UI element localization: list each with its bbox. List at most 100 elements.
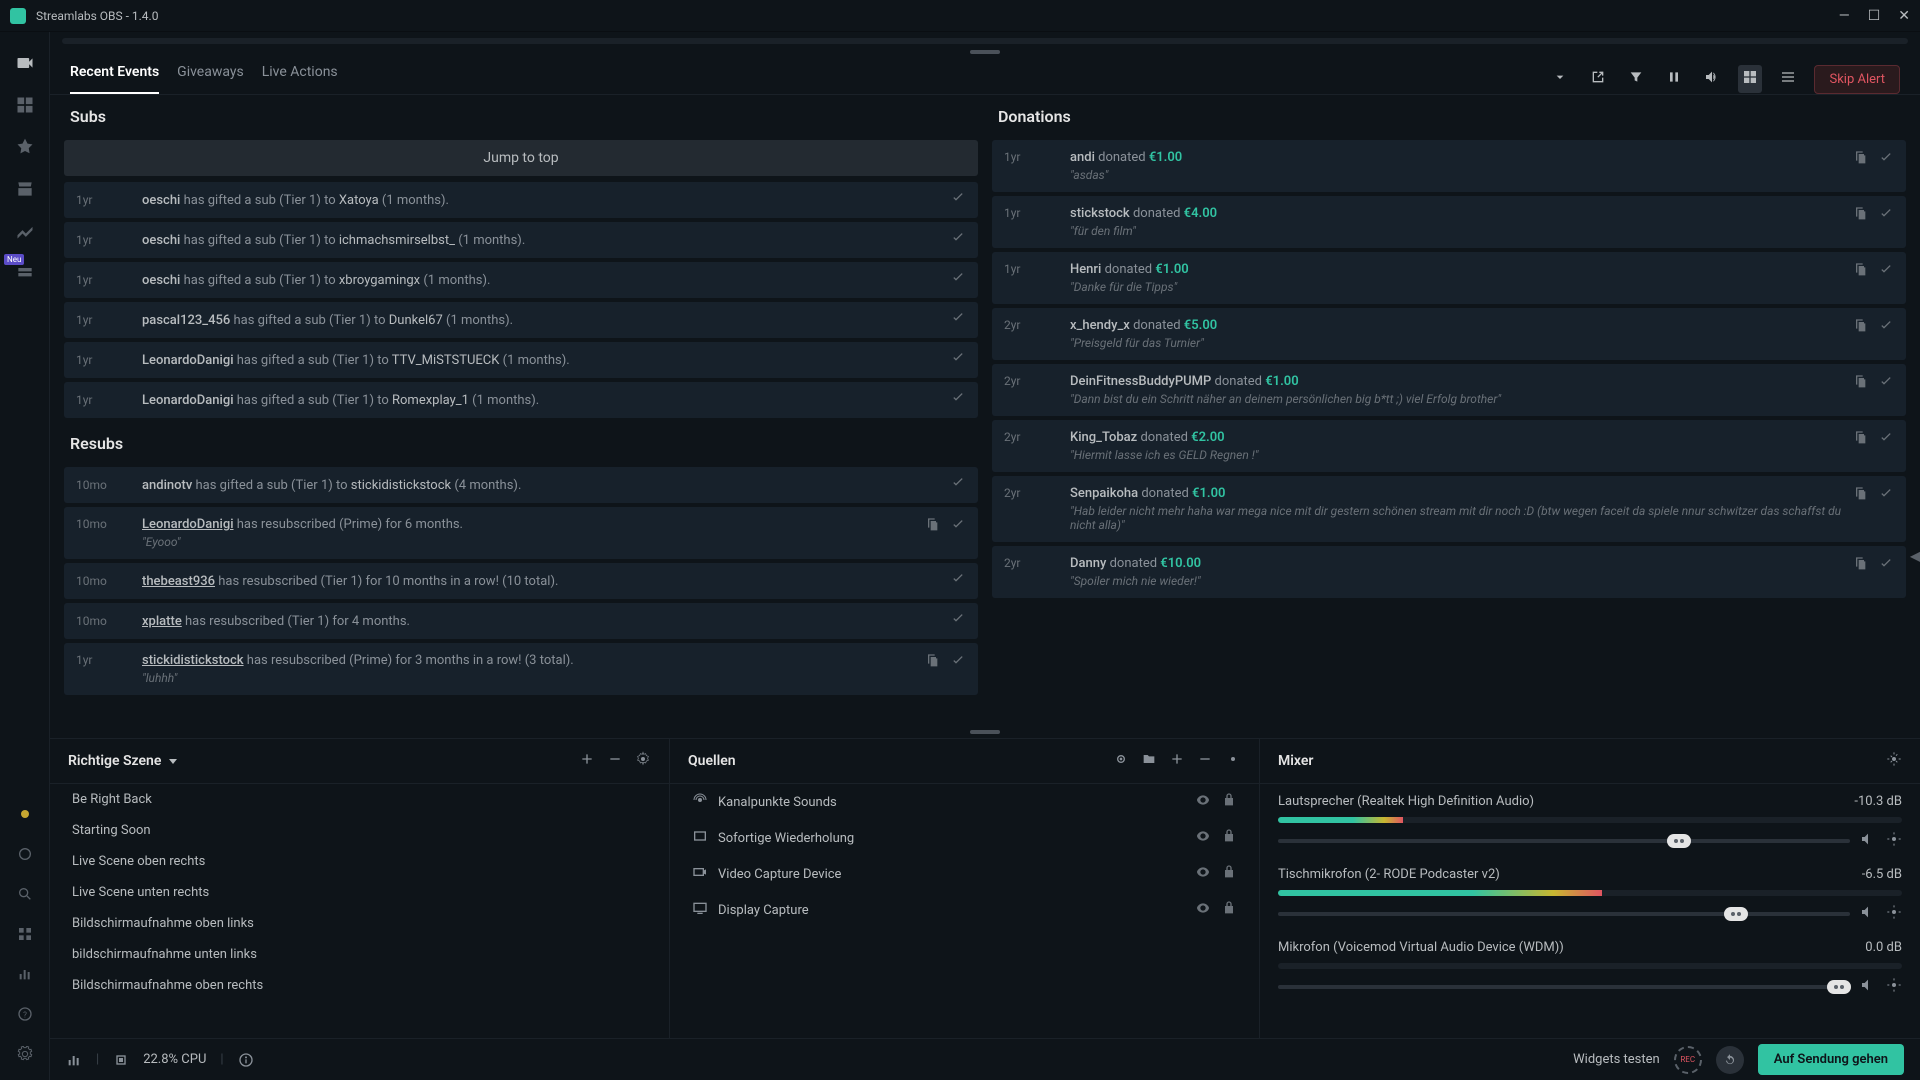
mixer-volume-slider[interactable] [1278,985,1850,989]
go-live-button[interactable]: Auf Sendung gehen [1758,1044,1904,1075]
scene-item[interactable]: Live Scene unten rechts [50,877,669,908]
copy-icon[interactable] [1852,556,1868,576]
volume-icon[interactable] [1700,65,1724,93]
sidebar-apps-icon[interactable]: Neu [0,252,50,294]
check-icon[interactable] [1878,374,1894,394]
check-icon[interactable] [1878,318,1894,338]
sidebar-search-icon[interactable] [17,886,33,906]
gear-icon[interactable] [1886,831,1902,851]
visibility-icon[interactable] [1195,828,1211,848]
copy-icon[interactable] [924,653,940,673]
resub-row[interactable]: 10mo andinotv has gifted a sub (Tier 1) … [64,467,978,503]
copy-icon[interactable] [1852,262,1868,282]
copy-icon[interactable] [1852,318,1868,338]
list-view-icon[interactable] [1776,65,1800,93]
check-icon[interactable] [950,653,966,673]
source-item[interactable]: Display Capture [670,892,1259,928]
sidebar-help-icon[interactable]: ? [17,1006,33,1026]
sidebar-settings-icon[interactable] [17,1046,33,1066]
donation-row[interactable]: 2yr Danny donated €10.00"Spoiler mich ni… [992,546,1906,598]
right-collapse-handle[interactable]: ◀ [1912,540,1920,570]
scene-settings-button[interactable] [635,751,651,771]
add-source-button[interactable] [1169,751,1185,771]
sub-row[interactable]: 1yr LeonardoDanigi has gifted a sub (Tie… [64,382,978,418]
test-widgets-button[interactable]: Widgets testen [1573,1052,1660,1067]
record-button[interactable]: REC [1674,1046,1702,1074]
check-icon[interactable] [1878,206,1894,226]
minimize-button[interactable]: — [1839,8,1850,24]
gear-icon[interactable] [1886,904,1902,924]
check-icon[interactable] [1878,262,1894,282]
donation-row[interactable]: 2yr x_hendy_x donated €5.00"Preisgeld fü… [992,308,1906,360]
donation-row[interactable]: 2yr Senpaikoha donated €1.00"Hab leider … [992,476,1906,542]
mute-icon[interactable] [1860,904,1876,924]
sidebar-stats-icon[interactable] [0,210,50,252]
resub-row[interactable]: 10mo thebeast936 has resubscribed (Tier … [64,563,978,599]
sidebar-status-icon[interactable] [17,806,33,826]
lock-icon[interactable] [1221,828,1237,848]
sidebar-globe-icon[interactable] [17,846,33,866]
donation-row[interactable]: 1yr stickstock donated €4.00"für den fil… [992,196,1906,248]
resub-row[interactable]: 10mo LeonardoDanigi has resubscribed (Pr… [64,507,978,559]
check-icon[interactable] [950,571,966,591]
mixer-settings-button[interactable] [1886,751,1902,771]
sub-row[interactable]: 1yr oeschi has gifted a sub (Tier 1) to … [64,222,978,258]
source-item[interactable]: Sofortige Wiederholung [670,820,1259,856]
scene-item[interactable]: Bildschirmaufnahme oben rechts [50,970,669,1001]
check-icon[interactable] [950,270,966,290]
check-icon[interactable] [1878,430,1894,450]
maximize-button[interactable]: ☐ [1868,8,1881,24]
sub-row[interactable]: 1yr oeschi has gifted a sub (Tier 1) to … [64,182,978,218]
resub-row[interactable]: 1yr stickidistickstock has resubscribed … [64,643,978,695]
resub-row[interactable]: 10mo xplatte has resubscribed (Tier 1) f… [64,603,978,639]
mute-icon[interactable] [1860,977,1876,997]
sidebar-bars-icon[interactable] [17,966,33,986]
copy-icon[interactable] [924,517,940,537]
copy-icon[interactable] [1852,374,1868,394]
visibility-icon[interactable] [1195,792,1211,812]
jump-to-top-button[interactable]: Jump to top [64,140,978,176]
chevron-down-icon[interactable] [1548,65,1572,93]
mixer-volume-slider[interactable] [1278,839,1850,843]
donation-row[interactable]: 1yr andi donated €1.00"asdas" [992,140,1906,192]
sidebar-editor-icon[interactable] [0,42,50,84]
sub-row[interactable]: 1yr LeonardoDanigi has gifted a sub (Tie… [64,342,978,378]
check-icon[interactable] [950,190,966,210]
scene-item[interactable]: Live Scene oben rechts [50,846,669,877]
source-item[interactable]: Kanalpunkte Sounds [670,784,1259,820]
check-icon[interactable] [950,390,966,410]
check-icon[interactable] [950,475,966,495]
add-folder-button[interactable] [1141,751,1157,771]
donation-row[interactable]: 2yr King_Tobaz donated €2.00"Hiermit las… [992,420,1906,472]
drag-handle-lower[interactable] [970,730,1000,734]
tab-giveaways[interactable]: Giveaways [177,64,244,94]
remove-source-button[interactable] [1197,751,1213,771]
sub-row[interactable]: 1yr pascal123_456 has gifted a sub (Tier… [64,302,978,338]
tab-recent-events[interactable]: Recent Events [70,64,159,94]
pause-icon[interactable] [1662,65,1686,93]
popout-icon[interactable] [1586,65,1610,93]
close-button[interactable]: ✕ [1898,8,1910,24]
performance-icon[interactable] [66,1052,82,1068]
lock-icon[interactable] [1221,864,1237,884]
skip-alert-button[interactable]: Skip Alert [1814,65,1900,94]
donation-row[interactable]: 2yr DeinFitnessBuddyPUMP donated €1.00"D… [992,364,1906,416]
copy-icon[interactable] [1852,206,1868,226]
visibility-icon[interactable] [1195,900,1211,920]
mute-icon[interactable] [1860,831,1876,851]
source-settings-button[interactable] [1225,751,1241,771]
copy-icon[interactable] [1852,430,1868,450]
check-icon[interactable] [1878,556,1894,576]
copy-icon[interactable] [1852,486,1868,506]
visibility-icon[interactable] [1195,864,1211,884]
sub-row[interactable]: 1yr oeschi has gifted a sub (Tier 1) to … [64,262,978,298]
sidebar-themes-icon[interactable] [0,126,50,168]
donation-row[interactable]: 1yr Henri donated €1.00"Danke für die Ti… [992,252,1906,304]
scene-collection-dropdown[interactable]: Richtige Szene [68,753,177,769]
replay-buffer-button[interactable] [1716,1046,1744,1074]
copy-icon[interactable] [1852,150,1868,170]
info-icon[interactable] [238,1052,254,1068]
sidebar-store-icon[interactable] [0,168,50,210]
check-icon[interactable] [950,310,966,330]
check-icon[interactable] [950,350,966,370]
